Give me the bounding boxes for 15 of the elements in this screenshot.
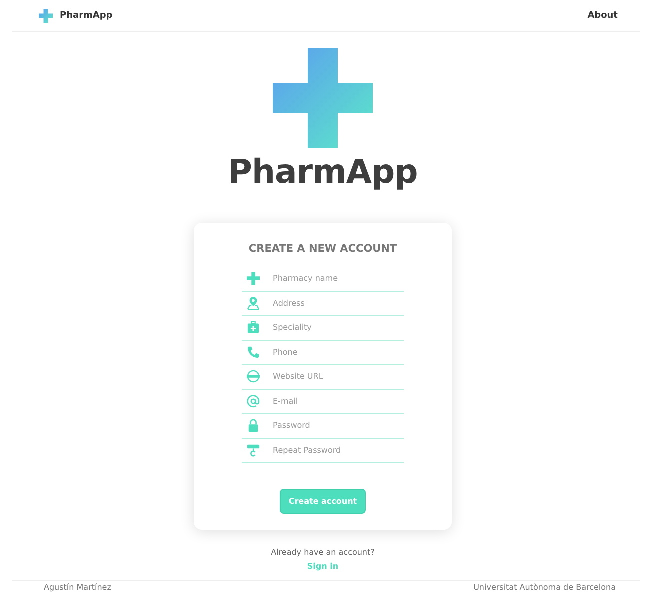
university-name: Universitat Autònoma de Barcelona xyxy=(474,583,616,592)
medical-kit-icon xyxy=(247,321,260,334)
at-sign-icon xyxy=(247,394,260,408)
cross-icon xyxy=(247,272,260,286)
cross-logo-icon xyxy=(39,8,53,22)
author-name: Agustín Martínez xyxy=(44,583,112,592)
app-title: PharmApp xyxy=(228,152,418,191)
signin-prompt: Already have an account? xyxy=(271,548,375,557)
cross-logo-icon xyxy=(273,48,373,148)
phone-icon xyxy=(247,346,260,359)
about-link[interactable]: About xyxy=(588,10,618,20)
lock-icon xyxy=(247,419,260,432)
map-pin-icon xyxy=(247,296,260,310)
brand-name[interactable]: PharmApp xyxy=(60,10,113,20)
form-title: CREATE A NEW ACCOUNT xyxy=(248,243,398,255)
